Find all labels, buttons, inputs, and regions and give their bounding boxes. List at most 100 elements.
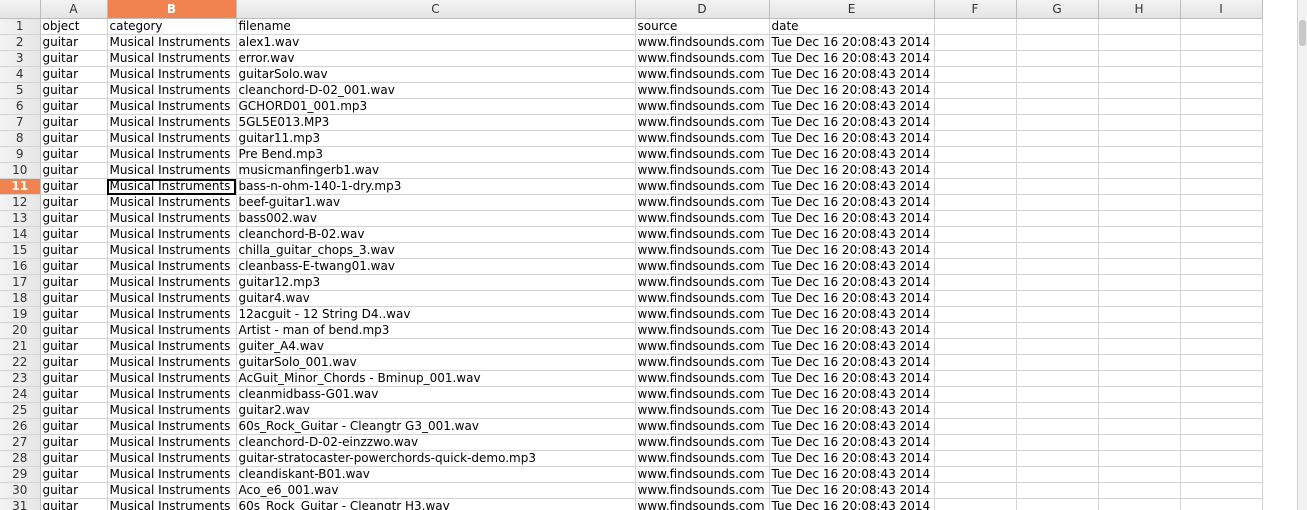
row-header[interactable]: 15 [0, 242, 41, 259]
cell-c22[interactable]: guitarSolo_001.wav [236, 354, 636, 371]
cell-b14[interactable]: Musical Instruments [107, 226, 237, 243]
cell-h11[interactable] [1098, 178, 1181, 195]
cell-e21[interactable]: Tue Dec 16 20:08:43 2014 [769, 338, 935, 355]
cell-a5[interactable]: guitar [40, 82, 108, 99]
cell-c7[interactable]: 5GL5E013.MP3 [236, 114, 636, 131]
cell-c23[interactable]: AcGuit_Minor_Chords - Bminup_001.wav [236, 370, 636, 387]
cell-c18[interactable]: guitar4.wav [236, 290, 636, 307]
cell-i2[interactable] [1180, 34, 1263, 51]
cell-i24[interactable] [1180, 386, 1263, 403]
cell-b3[interactable]: Musical Instruments [107, 50, 237, 67]
cell-c29[interactable]: cleandiskant-B01.wav [236, 466, 636, 483]
row-header[interactable]: 14 [0, 226, 41, 243]
cell-e2[interactable]: Tue Dec 16 20:08:43 2014 [769, 34, 935, 51]
cell-b24[interactable]: Musical Instruments [107, 386, 237, 403]
row-header[interactable]: 25 [0, 402, 41, 419]
cell-g17[interactable] [1016, 274, 1099, 291]
cell-g9[interactable] [1016, 146, 1099, 163]
row-header[interactable]: 27 [0, 434, 41, 451]
cell-a10[interactable]: guitar [40, 162, 108, 179]
cell-g10[interactable] [1016, 162, 1099, 179]
row-header[interactable]: 18 [0, 290, 41, 307]
cell-g26[interactable] [1016, 418, 1099, 435]
cell-e13[interactable]: Tue Dec 16 20:08:43 2014 [769, 210, 935, 227]
cell-i10[interactable] [1180, 162, 1263, 179]
cell-e10[interactable]: Tue Dec 16 20:08:43 2014 [769, 162, 935, 179]
column-header-b[interactable]: B [107, 0, 237, 19]
cell-c8[interactable]: guitar11.mp3 [236, 130, 636, 147]
cell-c12[interactable]: beef-guitar1.wav [236, 194, 636, 211]
cell-e26[interactable]: Tue Dec 16 20:08:43 2014 [769, 418, 935, 435]
cell-h22[interactable] [1098, 354, 1181, 371]
cell-i13[interactable] [1180, 210, 1263, 227]
cell-f29[interactable] [934, 466, 1017, 483]
column-header-e[interactable]: E [769, 0, 935, 19]
cell-d17[interactable]: www.findsounds.com [635, 274, 770, 291]
cell-a7[interactable]: guitar [40, 114, 108, 131]
cell-g14[interactable] [1016, 226, 1099, 243]
cell-a28[interactable]: guitar [40, 450, 108, 467]
cell-e29[interactable]: Tue Dec 16 20:08:43 2014 [769, 466, 935, 483]
cell-g19[interactable] [1016, 306, 1099, 323]
cell-d5[interactable]: www.findsounds.com [635, 82, 770, 99]
cell-d30[interactable]: www.findsounds.com [635, 482, 770, 499]
cell-a13[interactable]: guitar [40, 210, 108, 227]
row-header[interactable]: 5 [0, 82, 41, 99]
cell-f19[interactable] [934, 306, 1017, 323]
cell-d20[interactable]: www.findsounds.com [635, 322, 770, 339]
cell-e7[interactable]: Tue Dec 16 20:08:43 2014 [769, 114, 935, 131]
cell-h7[interactable] [1098, 114, 1181, 131]
cell-f17[interactable] [934, 274, 1017, 291]
row-header[interactable]: 8 [0, 130, 41, 147]
cell-h9[interactable] [1098, 146, 1181, 163]
cell-i17[interactable] [1180, 274, 1263, 291]
cell-f12[interactable] [934, 194, 1017, 211]
cell-b2[interactable]: Musical Instruments [107, 34, 237, 51]
cell-i5[interactable] [1180, 82, 1263, 99]
cell-e31[interactable]: Tue Dec 16 20:08:43 2014 [769, 498, 935, 510]
cell-a26[interactable]: guitar [40, 418, 108, 435]
cell-g11[interactable] [1016, 178, 1099, 195]
cell-i3[interactable] [1180, 50, 1263, 67]
cell-g3[interactable] [1016, 50, 1099, 67]
cell-f16[interactable] [934, 258, 1017, 275]
cell-b22[interactable]: Musical Instruments [107, 354, 237, 371]
row-header[interactable]: 6 [0, 98, 41, 115]
cell-c3[interactable]: error.wav [236, 50, 636, 67]
cell-c13[interactable]: bass002.wav [236, 210, 636, 227]
cell-e24[interactable]: Tue Dec 16 20:08:43 2014 [769, 386, 935, 403]
cell-a22[interactable]: guitar [40, 354, 108, 371]
cell-c15[interactable]: chilla_guitar_chops_3.wav [236, 242, 636, 259]
cell-i4[interactable] [1180, 66, 1263, 83]
cell-i14[interactable] [1180, 226, 1263, 243]
cell-i23[interactable] [1180, 370, 1263, 387]
cell-b16[interactable]: Musical Instruments [107, 258, 237, 275]
cell-e22[interactable]: Tue Dec 16 20:08:43 2014 [769, 354, 935, 371]
cell-h18[interactable] [1098, 290, 1181, 307]
cell-f25[interactable] [934, 402, 1017, 419]
cell-c4[interactable]: guitarSolo.wav [236, 66, 636, 83]
cell-c19[interactable]: 12acguit - 12 String D4..wav [236, 306, 636, 323]
cell-a9[interactable]: guitar [40, 146, 108, 163]
cell-f6[interactable] [934, 98, 1017, 115]
cell-d25[interactable]: www.findsounds.com [635, 402, 770, 419]
cell-e3[interactable]: Tue Dec 16 20:08:43 2014 [769, 50, 935, 67]
cell-b4[interactable]: Musical Instruments [107, 66, 237, 83]
vertical-scrollbar[interactable] [1297, 0, 1307, 510]
cell-d29[interactable]: www.findsounds.com [635, 466, 770, 483]
cell-g20[interactable] [1016, 322, 1099, 339]
cell-d4[interactable]: www.findsounds.com [635, 66, 770, 83]
cell-a2[interactable]: guitar [40, 34, 108, 51]
cell-e14[interactable]: Tue Dec 16 20:08:43 2014 [769, 226, 935, 243]
row-header[interactable]: 11 [0, 178, 41, 195]
cell-g16[interactable] [1016, 258, 1099, 275]
cell-c5[interactable]: cleanchord-D-02_001.wav [236, 82, 636, 99]
cell-b15[interactable]: Musical Instruments [107, 242, 237, 259]
cell-d11[interactable]: www.findsounds.com [635, 178, 770, 195]
cell-h3[interactable] [1098, 50, 1181, 67]
cell-c17[interactable]: guitar12.mp3 [236, 274, 636, 291]
cell-a19[interactable]: guitar [40, 306, 108, 323]
cell-h26[interactable] [1098, 418, 1181, 435]
cell-d24[interactable]: www.findsounds.com [635, 386, 770, 403]
cell-f4[interactable] [934, 66, 1017, 83]
